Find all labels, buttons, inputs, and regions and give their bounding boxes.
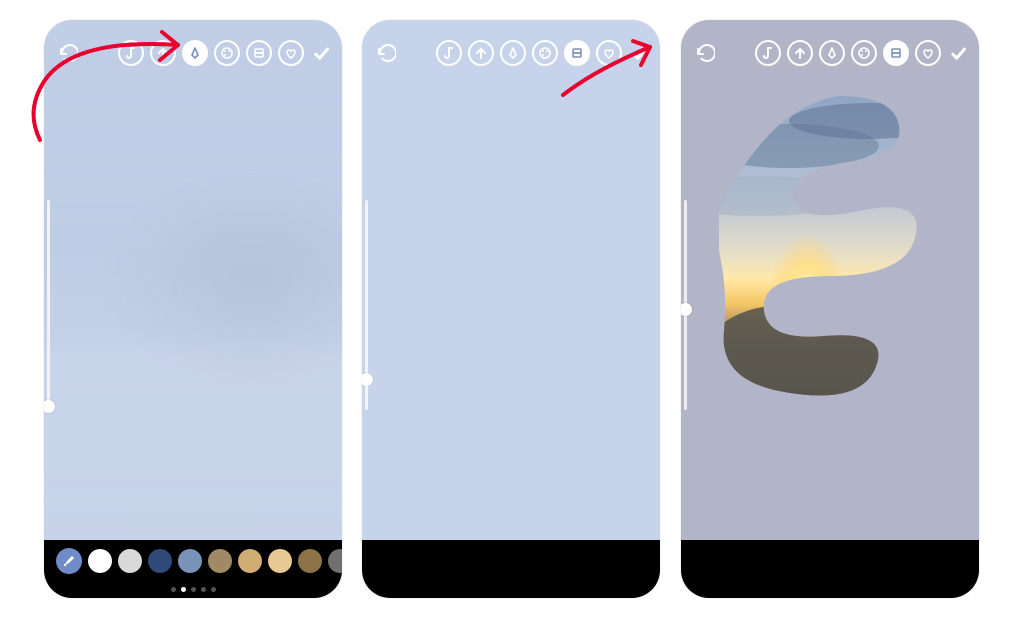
color-swatch[interactable] [268,549,292,573]
slider-thumb[interactable] [362,373,373,386]
color-palette-bar [44,540,342,598]
color-swatch[interactable] [118,549,142,573]
done-check-icon[interactable] [947,42,969,64]
bottom-bar [681,540,979,598]
undo-icon[interactable] [56,41,80,65]
brush-size-slider[interactable] [365,200,368,410]
pen-tool[interactable] [182,40,208,66]
arrow-up-tool[interactable] [468,40,494,66]
heart-tool[interactable] [596,40,622,66]
heart-tool[interactable] [915,40,941,66]
brush-size-slider[interactable] [47,200,50,410]
arrow-up-tool[interactable] [787,40,813,66]
brush-tool[interactable] [755,40,781,66]
palette-pagination[interactable] [44,587,342,592]
faint-background-photo [44,20,342,598]
undo-icon[interactable] [693,41,717,65]
arrow-up-tool[interactable] [150,40,176,66]
color-swatch[interactable] [88,549,112,573]
erased-reveal-photo [719,86,929,396]
palette-tool[interactable] [851,40,877,66]
color-swatch[interactable] [238,549,262,573]
eyedropper-icon[interactable] [56,548,82,574]
eraser-tool[interactable] [883,40,909,66]
heart-tool[interactable] [278,40,304,66]
screen-left [44,20,342,598]
pen-tool[interactable] [819,40,845,66]
brush-size-slider[interactable] [684,200,687,410]
color-swatch[interactable] [328,549,342,573]
drawing-toolbar [362,32,660,74]
eraser-tool[interactable] [564,40,590,66]
color-swatch[interactable] [298,549,322,573]
color-swatch[interactable] [208,549,232,573]
palette-tool[interactable] [532,40,558,66]
drawing-toolbar [44,32,342,74]
bottom-bar [362,540,660,598]
screen-right [681,20,979,598]
done-check-icon[interactable] [310,42,332,64]
pen-tool[interactable] [500,40,526,66]
undo-icon[interactable] [374,41,398,65]
color-swatch[interactable] [178,549,202,573]
drawing-toolbar [681,32,979,74]
eraser-tool[interactable] [246,40,272,66]
done-check-icon[interactable] [628,42,650,64]
palette-tool[interactable] [214,40,240,66]
brush-tool[interactable] [436,40,462,66]
slider-thumb[interactable] [681,303,692,316]
color-swatch[interactable] [148,549,172,573]
screen-middle [362,20,660,598]
brush-tool[interactable] [118,40,144,66]
